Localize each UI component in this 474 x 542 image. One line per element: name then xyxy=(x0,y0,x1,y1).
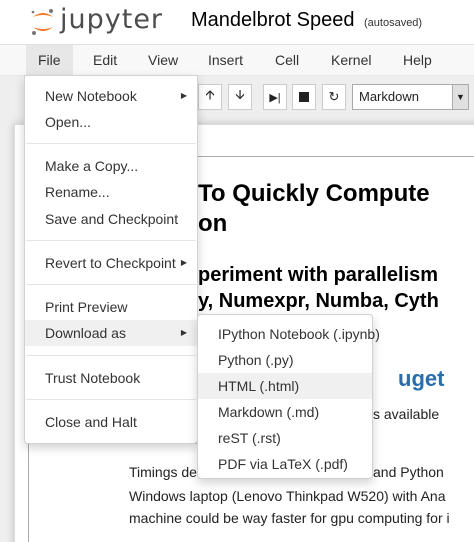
menu-item-label: New Notebook xyxy=(45,88,137,104)
menu-divider xyxy=(26,355,196,356)
menu-item-open[interactable]: Open... xyxy=(25,109,197,135)
heading-1-line-2: on xyxy=(198,210,228,237)
autosave-status: (autosaved) xyxy=(364,17,423,29)
restart-icon: ↻ xyxy=(328,89,340,104)
interrupt-button[interactable] xyxy=(292,84,316,110)
caret-right-icon: ▶ xyxy=(180,328,187,337)
body-text-available: s available xyxy=(373,406,440,422)
restart-kernel-button[interactable]: ↻ xyxy=(322,84,346,110)
arrow-down-icon: 🡫 xyxy=(235,87,245,102)
menu-item-download-as[interactable]: Download as ▶ xyxy=(25,320,197,346)
chevron-down-icon: ▼ xyxy=(452,85,468,109)
menu-item-label: Open... xyxy=(45,114,91,130)
menu-divider xyxy=(26,240,196,241)
menu-item-new-notebook[interactable]: New Notebook ▶ xyxy=(25,83,197,109)
body-text-timings-a: Timings de xyxy=(129,464,197,480)
heading-2-line-1: periment with parallelism xyxy=(198,264,439,286)
menu-item-revert-to-checkpoint[interactable]: Revert to Checkpoint ▶ xyxy=(25,250,197,276)
jupyter-logo[interactable]: jupyter xyxy=(30,4,180,38)
heading-2-line-2: y, Numexpr, Numba, Cyth xyxy=(198,290,439,312)
menu-item-label: Rename... xyxy=(45,184,110,200)
menu-item-label: Trust Notebook xyxy=(45,370,141,386)
header: jupyter Mandelbrot Speed (autosaved) xyxy=(0,0,474,44)
download-md[interactable]: Markdown (.md) xyxy=(198,399,372,425)
menu-item-close-and-halt[interactable]: Close and Halt xyxy=(25,409,197,435)
menu-help[interactable]: Help xyxy=(391,45,444,76)
menu-item-trust-notebook[interactable]: Trust Notebook xyxy=(25,365,197,391)
menu-edit[interactable]: Edit xyxy=(81,45,129,76)
heading-1-line-1: To Quickly Compute xyxy=(198,180,430,207)
menu-cell[interactable]: Cell xyxy=(263,45,311,76)
run-cell-button[interactable]: ▶| xyxy=(263,84,287,110)
menu-insert[interactable]: Insert xyxy=(196,45,255,76)
caret-right-icon: ▶ xyxy=(180,258,187,267)
arrow-up-icon: 🡩 xyxy=(205,87,215,102)
stop-icon xyxy=(299,92,309,102)
body-text-timings-b: and Python xyxy=(373,464,444,480)
menu-view[interactable]: View xyxy=(136,45,190,76)
download-pdf[interactable]: PDF via LaTeX (.pdf) xyxy=(198,451,372,477)
cell-type-select[interactable]: Markdown ▼ xyxy=(352,84,469,110)
download-rst[interactable]: reST (.rst) xyxy=(198,425,372,451)
notebook-name[interactable]: Mandelbrot Speed xyxy=(191,9,354,32)
menu-kernel[interactable]: Kernel xyxy=(319,45,383,76)
download-as-submenu: IPython Notebook (.ipynb) Python (.py) H… xyxy=(197,314,380,479)
heading-link[interactable]: uget xyxy=(398,366,444,392)
menu-item-label: Print Preview xyxy=(45,299,128,315)
cell-type-value: Markdown xyxy=(359,89,419,104)
menu-file[interactable]: File xyxy=(26,45,73,76)
menu-item-label: Save and Checkpoint xyxy=(45,211,179,227)
menu-item-save-and-checkpoint[interactable]: Save and Checkpoint xyxy=(25,206,197,232)
menu-item-label: Revert to Checkpoint xyxy=(45,255,176,271)
step-icon: ▶| xyxy=(269,91,281,104)
menu-item-print-preview[interactable]: Print Preview xyxy=(25,294,197,320)
body-text-line-3: machine could be way faster for gpu comp… xyxy=(129,510,450,526)
caret-right-icon: ▶ xyxy=(180,91,187,100)
menu-item-label: Close and Halt xyxy=(45,414,137,430)
jupyter-logo-icon xyxy=(31,9,53,35)
menu-item-label: Download as xyxy=(45,325,126,341)
move-down-button[interactable]: 🡫 xyxy=(228,84,252,110)
download-ipynb[interactable]: IPython Notebook (.ipynb) xyxy=(198,321,380,347)
download-py[interactable]: Python (.py) xyxy=(198,347,372,373)
menu-divider xyxy=(26,143,196,144)
logo-text: jupyter xyxy=(60,4,164,35)
menubar: File Edit View Insert Cell Kernel Help xyxy=(0,44,474,76)
download-html[interactable]: HTML (.html) xyxy=(198,373,372,399)
menu-item-rename[interactable]: Rename... xyxy=(25,179,197,205)
menu-divider xyxy=(26,399,196,400)
body-text-line-2: Windows laptop (Lenovo Thinkpad W520) wi… xyxy=(129,488,446,504)
menu-item-label: Make a Copy... xyxy=(45,158,139,174)
menu-item-make-a-copy[interactable]: Make a Copy... xyxy=(25,153,197,179)
move-up-button[interactable]: 🡩 xyxy=(198,84,222,110)
file-menu-dropdown: New Notebook ▶ Open... Make a Copy... Re… xyxy=(24,75,198,444)
menu-divider xyxy=(26,284,196,285)
